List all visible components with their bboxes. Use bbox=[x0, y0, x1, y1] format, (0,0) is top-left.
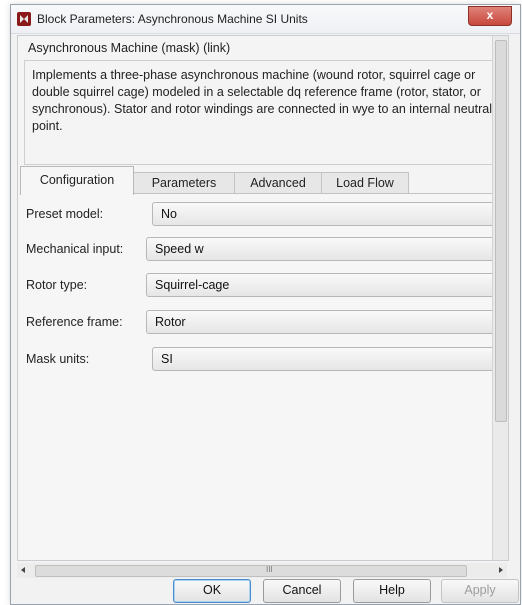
mechanical-input-select[interactable]: Speed w bbox=[146, 237, 506, 261]
tab-configuration[interactable]: Configuration bbox=[20, 166, 134, 195]
mask-units-value: SI bbox=[161, 352, 173, 366]
help-button[interactable]: Help bbox=[353, 579, 431, 603]
reference-frame-select[interactable]: Rotor bbox=[146, 310, 506, 334]
mechanical-input-label: Mechanical input: bbox=[26, 242, 124, 256]
close-button[interactable]: x bbox=[468, 6, 512, 26]
mask-title: Asynchronous Machine (mask) (link) bbox=[28, 41, 231, 55]
window-title: Block Parameters: Asynchronous Machine S… bbox=[37, 12, 308, 26]
scroll-grip: III bbox=[266, 565, 273, 574]
vertical-scroll-thumb[interactable] bbox=[495, 40, 507, 422]
preset-model-select[interactable]: No bbox=[152, 202, 506, 226]
mask-units-select[interactable]: SI bbox=[152, 347, 506, 371]
block-parameters-dialog: Block Parameters: Asynchronous Machine S… bbox=[10, 4, 521, 605]
dialog-content: Asynchronous Machine (mask) (link) Imple… bbox=[17, 35, 509, 561]
mechanical-input-row: Mechanical input: Speed w bbox=[26, 237, 506, 261]
rotor-type-value: Squirrel-cage bbox=[155, 278, 230, 292]
scroll-left-arrow-icon[interactable] bbox=[21, 567, 25, 573]
apply-button[interactable]: Apply bbox=[441, 579, 519, 603]
rotor-type-label: Rotor type: bbox=[26, 278, 88, 292]
description-box: Implements a three-phase asynchronous ma… bbox=[24, 60, 494, 165]
preset-model-row: Preset model: No bbox=[26, 202, 506, 226]
title-bar: Block Parameters: Asynchronous Machine S… bbox=[11, 5, 520, 34]
horizontal-scrollbar[interactable]: III bbox=[17, 563, 507, 578]
reference-frame-value: Rotor bbox=[155, 315, 186, 329]
mask-description: Implements a three-phase asynchronous ma… bbox=[32, 68, 492, 133]
scroll-right-arrow-icon[interactable] bbox=[499, 567, 503, 573]
simulink-app-icon bbox=[17, 12, 31, 26]
vertical-scrollbar[interactable] bbox=[492, 36, 508, 560]
preset-model-label: Preset model: bbox=[26, 207, 104, 221]
mechanical-input-value: Speed w bbox=[155, 242, 204, 256]
mask-units-row: Mask units: SI bbox=[26, 347, 506, 371]
configuration-panel: Preset model: No Mechanical input: Speed… bbox=[20, 193, 506, 560]
rotor-type-row: Rotor type: Squirrel-cage bbox=[26, 273, 506, 297]
horizontal-scroll-thumb[interactable]: III bbox=[35, 565, 467, 577]
mask-units-label: Mask units: bbox=[26, 352, 90, 366]
tab-parameters[interactable]: Parameters bbox=[133, 172, 235, 194]
reference-frame-row: Reference frame: Rotor bbox=[26, 310, 506, 334]
tab-load-flow[interactable]: Load Flow bbox=[321, 172, 409, 194]
cancel-button[interactable]: Cancel bbox=[263, 579, 341, 603]
ok-button[interactable]: OK bbox=[173, 579, 251, 603]
reference-frame-label: Reference frame: bbox=[26, 315, 123, 329]
rotor-type-select[interactable]: Squirrel-cage bbox=[146, 273, 506, 297]
preset-model-value: No bbox=[161, 207, 177, 221]
tab-advanced[interactable]: Advanced bbox=[234, 172, 322, 194]
